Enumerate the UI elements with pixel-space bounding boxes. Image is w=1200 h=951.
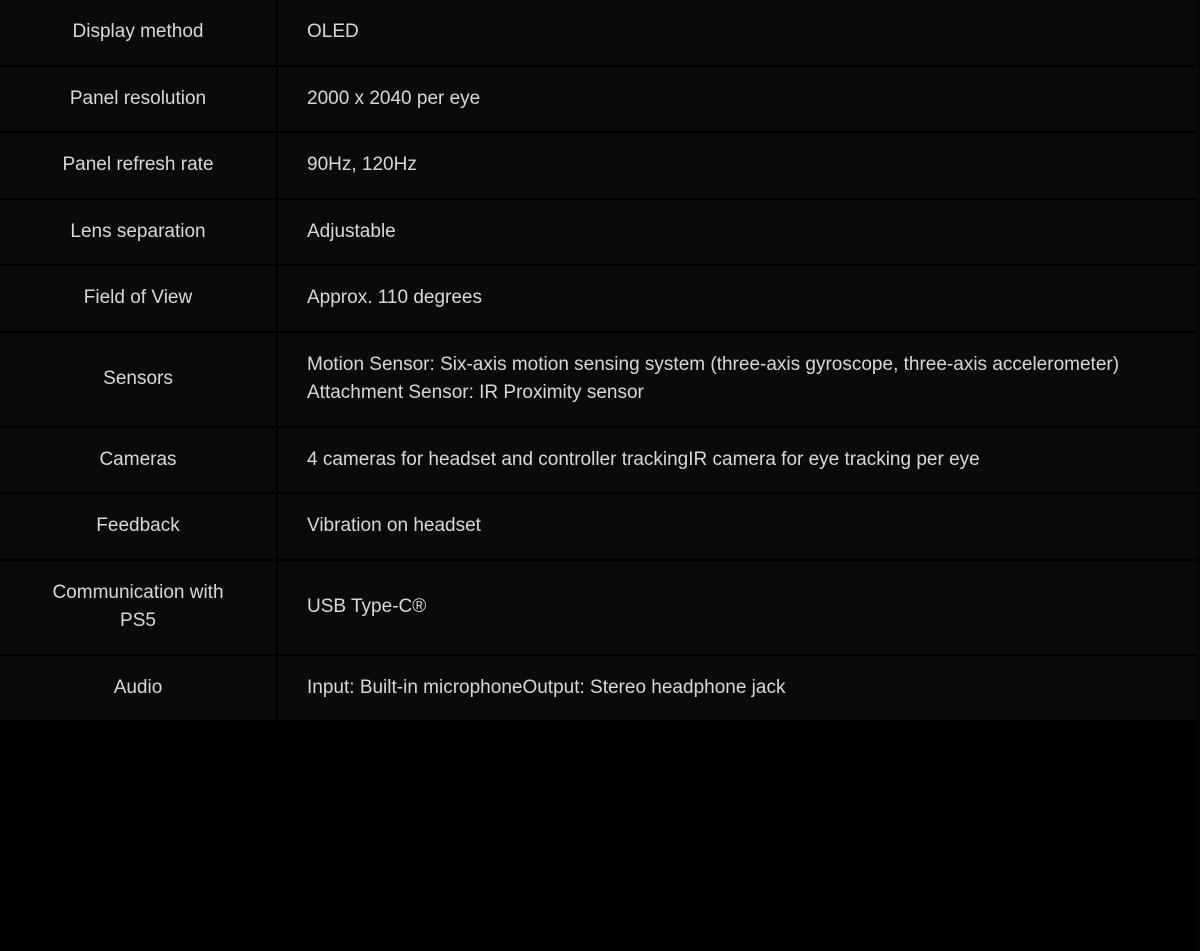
spec-label: Audio [0,654,278,721]
spec-value: OLED [277,0,1200,66]
spec-label: Feedback [0,493,278,560]
table-row: Feedback Vibration on headset [0,493,1200,560]
spec-value: 4 cameras for headset and controller tra… [277,426,1200,493]
spec-value-line: Input: Built-in microphoneOutput: Stereo… [307,676,786,698]
table-row: Display method OLED [0,0,1200,66]
spec-value: 2000 x 2040 per eye [277,65,1200,132]
table-row: Sensors Motion Sensor: Six-axis motion se… [0,331,1200,427]
spec-value-line: 90Hz, 120Hz [307,154,417,175]
spec-value: 90Hz, 120Hz [277,132,1200,199]
spec-label: Lens separation [0,198,278,265]
spec-value-line: Adjustable [307,220,396,242]
spec-value: Vibration on headset [277,493,1200,560]
spec-value-line: Motion Sensor: Six-axis motion sensing s… [307,353,1120,375]
spec-label: Display method [0,0,278,66]
spec-value-line: USB Type-C® [307,595,427,617]
spec-value-line: Vibration on headset [307,515,481,536]
spec-value: Adjustable [277,198,1200,265]
table-row: Communication with PS5 USB Type-C® [0,559,1200,655]
table-row: Audio Input: Built-in microphoneOutput: S… [0,654,1200,721]
spec-value: Approx. 110 degrees [277,265,1200,332]
spec-value-line: OLED [307,21,359,42]
spec-value-line: Approx. 110 degrees [307,287,482,308]
spec-value-line: Attachment Sensor: IR Proximity sensor [307,382,644,403]
spec-value: Motion Sensor: Six-axis motion sensing s… [277,331,1200,427]
spec-label: Cameras [0,426,278,493]
spec-label: Field of View [0,265,278,332]
table-row: Lens separation Adjustable [0,198,1200,265]
spec-value: USB Type-C® [277,559,1200,655]
table-row: Panel resolution 2000 x 2040 per eye [0,65,1200,132]
table-row: Panel refresh rate 90Hz, 120Hz [0,132,1200,199]
specifications-table: Display method OLED Panel resolution 2000 x… [0,0,1200,722]
table-row: Field of View Approx. 110 degrees [0,265,1200,332]
table-row: Cameras 4 cameras for headset and control… [0,426,1200,493]
specifications-table-body: Display method OLED Panel resolution 2000 x… [0,0,1200,721]
spec-label: Panel refresh rate [0,132,278,199]
spec-value-line: 4 cameras for headset and controller tra… [307,448,980,470]
spec-label: Sensors [0,331,278,427]
spec-label: Communication with PS5 [0,559,278,655]
spec-value: Input: Built-in microphoneOutput: Stereo… [277,654,1200,721]
spec-value-line: 2000 x 2040 per eye [307,87,481,109]
spec-label: Panel resolution [0,65,278,132]
